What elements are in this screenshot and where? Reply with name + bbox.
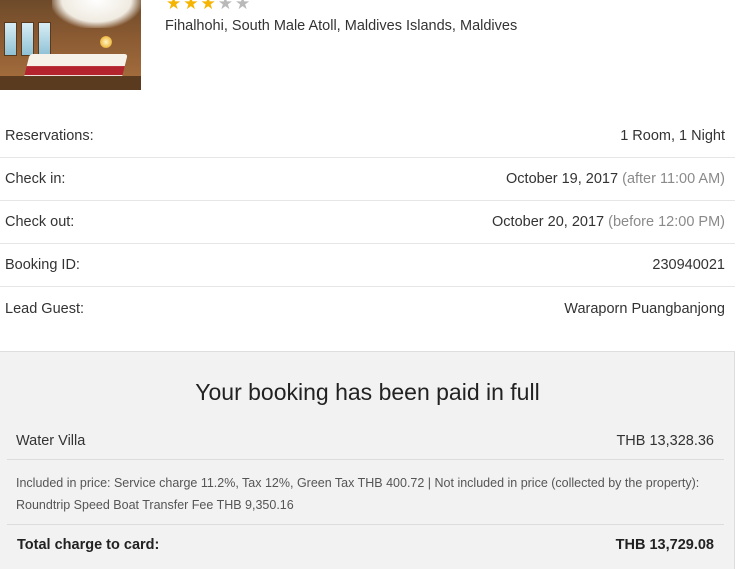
total-divider	[7, 524, 724, 525]
room-name: Water Villa	[16, 432, 86, 449]
hotel-photo[interactable]	[0, 0, 141, 90]
photo-lamp	[100, 36, 112, 48]
payment-summary-panel: Your booking has been paid in full Water…	[0, 351, 735, 569]
check-out-row: Check out: October 20, 2017 (before 12:0…	[0, 201, 735, 244]
price-inclusions-note: Included in price: Service charge 11.2%,…	[16, 476, 700, 512]
photo-window	[21, 22, 34, 56]
total-charge-row: Total charge to card: THB 13,729.08	[7, 532, 724, 558]
photo-bed-canopy	[52, 0, 141, 28]
check-in-time-note: (after 11:00 AM)	[622, 171, 725, 187]
total-charge-value: THB 13,729.08	[615, 537, 714, 553]
photo-floor	[0, 76, 141, 90]
star-filled-icon: ★	[200, 0, 216, 14]
check-in-row: Check in: October 19, 2017 (after 11:00 …	[0, 158, 735, 201]
star-rating: ★ ★ ★ ★ ★	[166, 0, 251, 14]
star-filled-icon: ★	[166, 0, 182, 14]
check-in-label: Check in:	[5, 171, 66, 187]
lead-guest-label: Lead Guest:	[5, 300, 84, 317]
booking-details: Reservations: 1 Room, 1 Night Check in: …	[0, 115, 735, 330]
reservations-row: Reservations: 1 Room, 1 Night	[0, 115, 735, 158]
lead-guest-value: Waraporn Puangbanjong	[564, 300, 725, 317]
payment-status-heading: Your booking has been paid in full	[195, 379, 540, 405]
check-out-value: October 20, 2017 (before 12:00 PM)	[492, 214, 725, 230]
room-charge-row: Water Villa THB 13,328.36	[7, 422, 724, 460]
reservations-label: Reservations:	[5, 128, 94, 144]
room-price: THB 13,328.36	[616, 432, 714, 449]
check-in-value: October 19, 2017 (after 11:00 AM)	[506, 171, 725, 187]
total-charge-label: Total charge to card:	[17, 537, 160, 553]
star-filled-icon: ★	[183, 0, 199, 14]
check-out-time-note: (before 12:00 PM)	[608, 214, 725, 230]
star-empty-icon: ★	[235, 0, 251, 14]
photo-window	[38, 22, 51, 56]
booking-id-row: Booking ID: 230940021	[0, 244, 735, 287]
star-empty-icon: ★	[217, 0, 233, 14]
check-out-date: October 20, 2017	[492, 214, 605, 230]
check-in-date: October 19, 2017	[506, 171, 619, 187]
hotel-address: Fihalhohi, South Male Atoll, Maldives Is…	[165, 18, 518, 34]
reservations-value: 1 Room, 1 Night	[620, 128, 725, 144]
booking-id-label: Booking ID:	[5, 257, 80, 273]
check-out-label: Check out:	[5, 214, 75, 230]
lead-guest-row: Lead Guest: Waraporn Puangbanjong	[0, 287, 735, 330]
booking-id-value: 230940021	[652, 257, 725, 273]
photo-window	[4, 22, 17, 56]
